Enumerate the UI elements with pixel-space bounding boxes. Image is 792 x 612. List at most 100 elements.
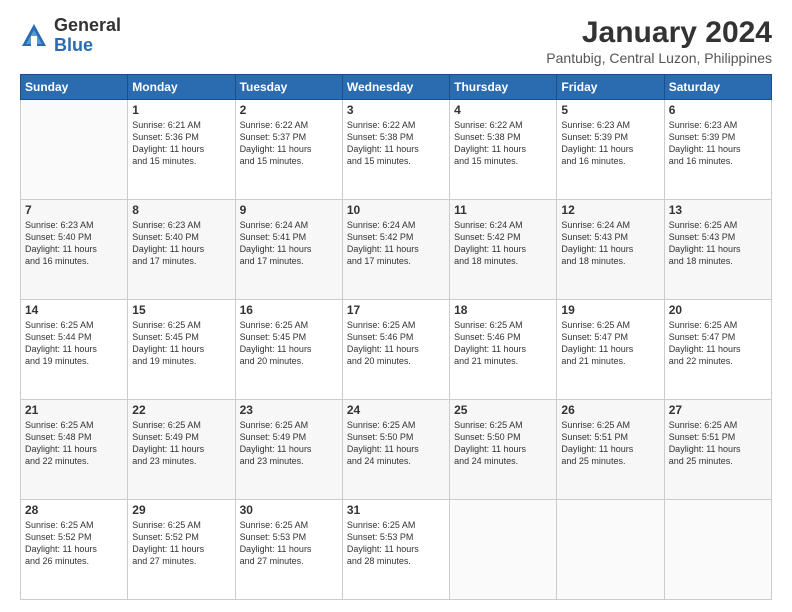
day-info: Sunrise: 6:25 AM Sunset: 5:47 PM Dayligh… (669, 319, 767, 368)
day-number: 8 (132, 203, 230, 217)
table-row: 9 Sunrise: 6:24 AM Sunset: 5:41 PM Daylig… (235, 200, 342, 300)
day-number: 6 (669, 103, 767, 117)
header-sunday: Sunday (21, 75, 128, 100)
header: General Blue January 2024 Pantubig, Cent… (20, 16, 772, 66)
day-info: Sunrise: 6:23 AM Sunset: 5:39 PM Dayligh… (669, 119, 767, 168)
header-saturday: Saturday (664, 75, 771, 100)
day-number: 27 (669, 403, 767, 417)
table-row: 26Sunrise: 6:25 AM Sunset: 5:51 PM Dayli… (557, 400, 664, 500)
day-number: 17 (347, 303, 445, 317)
day-number: 1 (132, 103, 230, 117)
day-info: Sunrise: 6:25 AM Sunset: 5:47 PM Dayligh… (561, 319, 659, 368)
day-info: Sunrise: 6:24 AM Sunset: 5:42 PM Dayligh… (347, 219, 445, 268)
logo-blue-text: Blue (54, 36, 121, 56)
day-info: Sunrise: 6:22 AM Sunset: 5:37 PM Dayligh… (240, 119, 338, 168)
day-number: 22 (132, 403, 230, 417)
day-number: 20 (669, 303, 767, 317)
table-row: 15Sunrise: 6:25 AM Sunset: 5:45 PM Dayli… (128, 300, 235, 400)
header-friday: Friday (557, 75, 664, 100)
table-row (450, 500, 557, 600)
day-number: 24 (347, 403, 445, 417)
header-thursday: Thursday (450, 75, 557, 100)
logo-general-text: General (54, 16, 121, 36)
table-row: 21 Sunrise: 6:25 AM Sunset: 5:48 PM Dayli… (21, 400, 128, 500)
table-row: 11 Sunrise: 6:24 AM Sunset: 5:42 PM Dayli… (450, 200, 557, 300)
header-tuesday: Tuesday (235, 75, 342, 100)
day-number: 18 (454, 303, 552, 317)
table-row: 30Sunrise: 6:25 AM Sunset: 5:53 PM Dayli… (235, 500, 342, 600)
logo: General Blue (20, 16, 121, 56)
calendar-week-row: 7 Sunrise: 6:23 AM Sunset: 5:40 PM Daylig… (21, 200, 772, 300)
table-row: 29Sunrise: 6:25 AM Sunset: 5:52 PM Dayli… (128, 500, 235, 600)
table-row (21, 100, 128, 200)
calendar-week-row: 28Sunrise: 6:25 AM Sunset: 5:52 PM Dayli… (21, 500, 772, 600)
header-monday: Monday (128, 75, 235, 100)
logo-text: General Blue (54, 16, 121, 56)
day-info: Sunrise: 6:25 AM Sunset: 5:51 PM Dayligh… (561, 419, 659, 468)
table-row: 1Sunrise: 6:21 AM Sunset: 5:36 PM Daylig… (128, 100, 235, 200)
day-info: Sunrise: 6:25 AM Sunset: 5:43 PM Dayligh… (669, 219, 767, 268)
day-info: Sunrise: 6:23 AM Sunset: 5:40 PM Dayligh… (132, 219, 230, 268)
logo-icon (20, 22, 48, 50)
day-number: 11 (454, 203, 552, 217)
day-info: Sunrise: 6:24 AM Sunset: 5:42 PM Dayligh… (454, 219, 552, 268)
day-info: Sunrise: 6:24 AM Sunset: 5:43 PM Dayligh… (561, 219, 659, 268)
day-number: 4 (454, 103, 552, 117)
calendar-week-row: 1Sunrise: 6:21 AM Sunset: 5:36 PM Daylig… (21, 100, 772, 200)
day-info: Sunrise: 6:25 AM Sunset: 5:51 PM Dayligh… (669, 419, 767, 468)
day-info: Sunrise: 6:25 AM Sunset: 5:50 PM Dayligh… (347, 419, 445, 468)
table-row (664, 500, 771, 600)
day-number: 12 (561, 203, 659, 217)
day-info: Sunrise: 6:25 AM Sunset: 5:45 PM Dayligh… (240, 319, 338, 368)
day-info: Sunrise: 6:25 AM Sunset: 5:46 PM Dayligh… (347, 319, 445, 368)
day-number: 10 (347, 203, 445, 217)
table-row: 8 Sunrise: 6:23 AM Sunset: 5:40 PM Daylig… (128, 200, 235, 300)
table-row: 12 Sunrise: 6:24 AM Sunset: 5:43 PM Dayli… (557, 200, 664, 300)
page: General Blue January 2024 Pantubig, Cent… (0, 0, 792, 612)
day-info: Sunrise: 6:25 AM Sunset: 5:49 PM Dayligh… (240, 419, 338, 468)
day-info: Sunrise: 6:22 AM Sunset: 5:38 PM Dayligh… (347, 119, 445, 168)
day-info: Sunrise: 6:25 AM Sunset: 5:44 PM Dayligh… (25, 319, 123, 368)
table-row: 5 Sunrise: 6:23 AM Sunset: 5:39 PM Daylig… (557, 100, 664, 200)
header-wednesday: Wednesday (342, 75, 449, 100)
table-row: 24 Sunrise: 6:25 AM Sunset: 5:50 PM Dayli… (342, 400, 449, 500)
calendar-week-row: 14Sunrise: 6:25 AM Sunset: 5:44 PM Dayli… (21, 300, 772, 400)
day-number: 19 (561, 303, 659, 317)
day-number: 7 (25, 203, 123, 217)
day-number: 16 (240, 303, 338, 317)
day-info: Sunrise: 6:22 AM Sunset: 5:38 PM Dayligh… (454, 119, 552, 168)
table-row: 23 Sunrise: 6:25 AM Sunset: 5:49 PM Dayli… (235, 400, 342, 500)
table-row: 17 Sunrise: 6:25 AM Sunset: 5:46 PM Dayli… (342, 300, 449, 400)
day-info: Sunrise: 6:23 AM Sunset: 5:40 PM Dayligh… (25, 219, 123, 268)
day-number: 3 (347, 103, 445, 117)
table-row: 31Sunrise: 6:25 AM Sunset: 5:53 PM Dayli… (342, 500, 449, 600)
day-info: Sunrise: 6:25 AM Sunset: 5:48 PM Dayligh… (25, 419, 123, 468)
day-number: 5 (561, 103, 659, 117)
calendar-subtitle: Pantubig, Central Luzon, Philippines (546, 50, 772, 66)
day-number: 13 (669, 203, 767, 217)
table-row: 4 Sunrise: 6:22 AM Sunset: 5:38 PM Daylig… (450, 100, 557, 200)
day-info: Sunrise: 6:25 AM Sunset: 5:52 PM Dayligh… (25, 519, 123, 568)
table-row: 27 Sunrise: 6:25 AM Sunset: 5:51 PM Dayli… (664, 400, 771, 500)
day-info: Sunrise: 6:23 AM Sunset: 5:39 PM Dayligh… (561, 119, 659, 168)
table-row: 20 Sunrise: 6:25 AM Sunset: 5:47 PM Dayli… (664, 300, 771, 400)
day-number: 31 (347, 503, 445, 517)
calendar-table: Sunday Monday Tuesday Wednesday Thursday… (20, 74, 772, 600)
calendar-header-row: Sunday Monday Tuesday Wednesday Thursday… (21, 75, 772, 100)
calendar-week-row: 21 Sunrise: 6:25 AM Sunset: 5:48 PM Dayli… (21, 400, 772, 500)
day-info: Sunrise: 6:25 AM Sunset: 5:50 PM Dayligh… (454, 419, 552, 468)
table-row: 2Sunrise: 6:22 AM Sunset: 5:37 PM Daylig… (235, 100, 342, 200)
day-number: 15 (132, 303, 230, 317)
table-row: 19 Sunrise: 6:25 AM Sunset: 5:47 PM Dayli… (557, 300, 664, 400)
day-number: 21 (25, 403, 123, 417)
table-row: 13 Sunrise: 6:25 AM Sunset: 5:43 PM Dayli… (664, 200, 771, 300)
day-number: 30 (240, 503, 338, 517)
day-info: Sunrise: 6:25 AM Sunset: 5:46 PM Dayligh… (454, 319, 552, 368)
calendar-title: January 2024 (546, 16, 772, 50)
table-row: 28Sunrise: 6:25 AM Sunset: 5:52 PM Dayli… (21, 500, 128, 600)
table-row: 25 Sunrise: 6:25 AM Sunset: 5:50 PM Dayli… (450, 400, 557, 500)
day-info: Sunrise: 6:24 AM Sunset: 5:41 PM Dayligh… (240, 219, 338, 268)
day-number: 23 (240, 403, 338, 417)
day-number: 9 (240, 203, 338, 217)
day-number: 25 (454, 403, 552, 417)
